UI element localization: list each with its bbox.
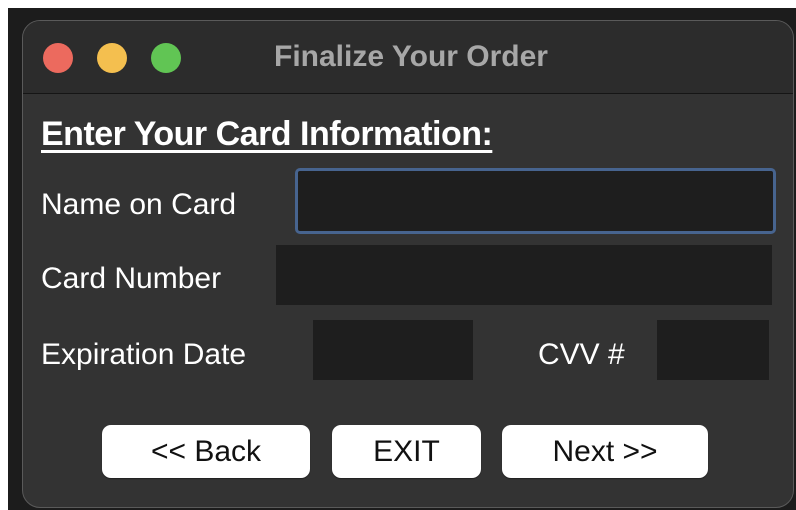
name-on-card-label: Name on Card (41, 188, 237, 221)
expiration-date-label: Expiration Date (41, 338, 247, 371)
cvv-field[interactable] (657, 320, 769, 380)
card-form: Enter Your Card Information: Name on Car… (23, 94, 793, 507)
card-number-label: Card Number (41, 262, 222, 295)
next-button[interactable]: Next >> (502, 425, 708, 478)
order-window: Finalize Your Order Enter Your Card Info… (22, 20, 794, 508)
form-heading: Enter Your Card Information: (41, 115, 493, 153)
cvv-label: CVV # (538, 338, 625, 371)
card-number-field[interactable] (276, 245, 772, 305)
name-on-card-field[interactable] (295, 168, 776, 234)
exit-button[interactable]: EXIT (332, 425, 481, 478)
title-bar[interactable]: Finalize Your Order (23, 21, 793, 94)
window-title: Finalize Your Order (274, 40, 548, 73)
expiration-date-field[interactable] (313, 320, 473, 380)
back-button[interactable]: << Back (102, 425, 310, 478)
